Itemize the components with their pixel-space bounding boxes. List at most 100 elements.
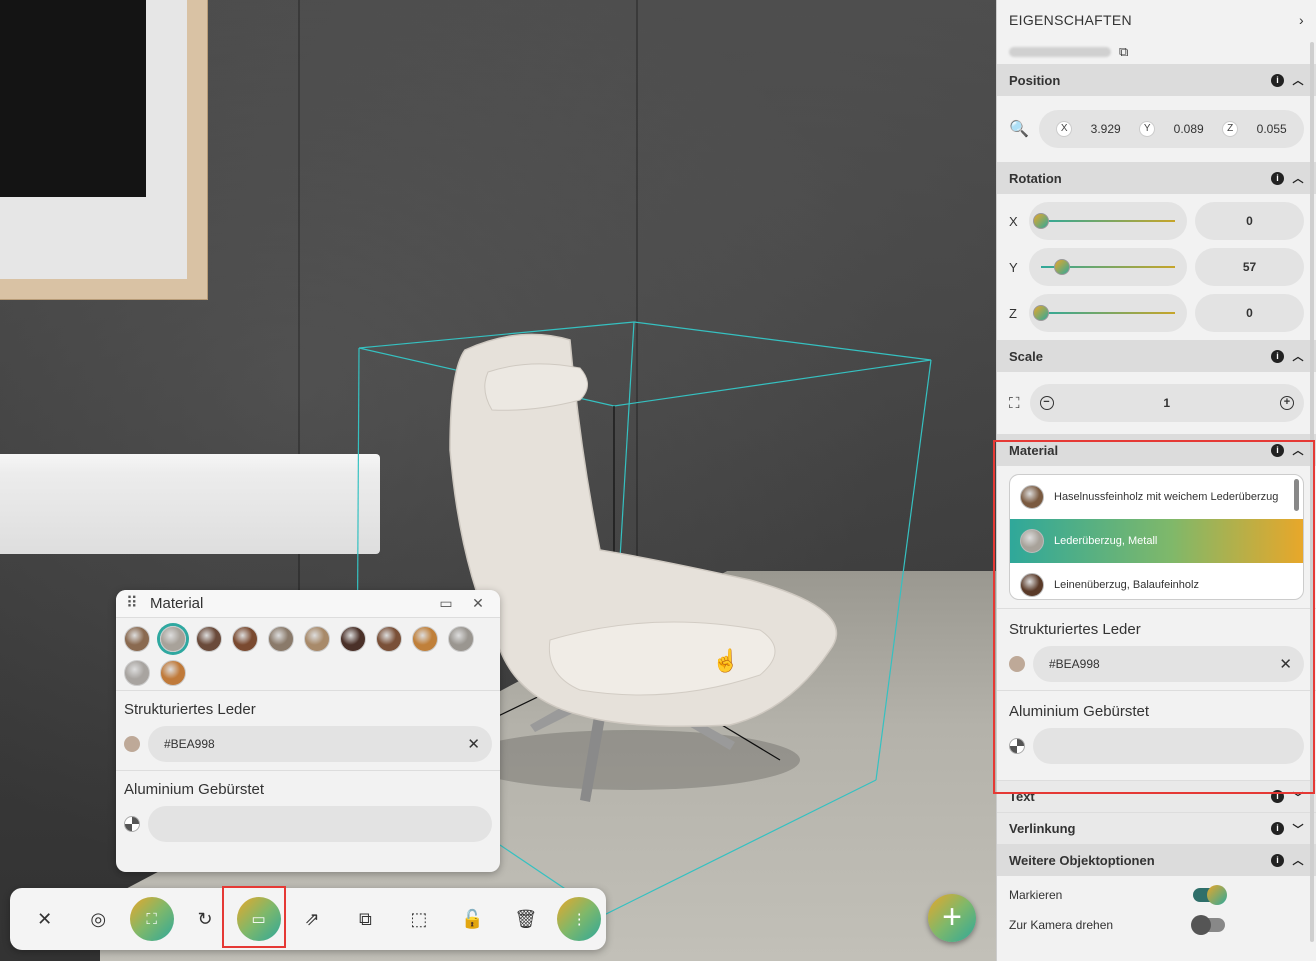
section-options[interactable]: Weitere Objektoptionen i ︿ — [997, 844, 1316, 876]
fullscreen-icon: ⛶ — [146, 910, 157, 928]
position-x-value[interactable]: 3.929 — [1091, 122, 1121, 136]
view-icon: ◎ — [90, 908, 107, 929]
clear-icon[interactable]: ✕ — [467, 735, 480, 753]
copy-button[interactable]: ⧉ — [339, 892, 392, 946]
info-icon[interactable]: i — [1271, 853, 1284, 867]
highlight-box — [993, 440, 1315, 794]
viewport-3d[interactable]: ☝ + ⠿ Material ▭ ✕ Strukturiertes Leder … — [0, 0, 996, 961]
unlock-button[interactable]: 🔓 — [446, 892, 499, 946]
unlock-icon: 🔓 — [461, 908, 484, 929]
drag-handle-icon[interactable]: ⠿ — [126, 595, 140, 611]
mark-toggle[interactable] — [1193, 885, 1227, 905]
mark-label: Markieren — [1009, 888, 1063, 902]
scale-field[interactable]: − 1 + — [1029, 384, 1304, 422]
material-swatch[interactable] — [304, 626, 330, 652]
material-swatch[interactable] — [268, 626, 294, 652]
section-position[interactable]: Position i ︿ — [997, 64, 1316, 96]
rotate-icon: ↻ — [197, 908, 213, 929]
transparent-color-icon[interactable] — [124, 816, 140, 832]
material-swatches — [116, 618, 500, 690]
trash-button[interactable]: 🗑 — [499, 892, 552, 946]
more-button[interactable]: ⋮ — [553, 892, 606, 946]
chevron-up-icon[interactable]: ︿ — [1292, 852, 1304, 868]
chevron-up-icon[interactable]: ︿ — [1292, 348, 1304, 364]
info-icon[interactable]: i — [1271, 349, 1284, 363]
section-scale[interactable]: Scale i ︿ — [997, 340, 1316, 372]
select-area-button[interactable]: ⬚ — [392, 892, 445, 946]
leather-color-value: #BEA998 — [164, 737, 215, 751]
position-y-value[interactable]: 0.089 — [1174, 122, 1204, 136]
copy-icon[interactable]: ⧉ — [1119, 44, 1128, 60]
material-swatch[interactable] — [160, 626, 186, 652]
dock-icon[interactable]: ▭ — [434, 595, 458, 612]
minus-icon[interactable]: − — [1039, 396, 1054, 410]
object-name-row: ⧉ — [997, 40, 1316, 64]
axis-z-chip: Z — [1222, 121, 1239, 137]
external-link-button[interactable]: ⇗ — [285, 892, 338, 946]
axis-x-chip: X — [1056, 121, 1073, 137]
external-link-icon: ⇗ — [304, 908, 320, 929]
chevron-right-icon[interactable]: › — [1299, 12, 1304, 28]
material-swatch[interactable] — [340, 626, 366, 652]
aluminium-color-field[interactable] — [148, 806, 492, 842]
chevron-up-icon[interactable]: ︿ — [1292, 72, 1304, 88]
rotation-slider[interactable] — [1029, 248, 1187, 286]
section-rotation[interactable]: Rotation i ︿ — [997, 162, 1316, 194]
leather-color-dot[interactable] — [124, 736, 140, 752]
zoom-icon[interactable]: 🔍 — [1009, 119, 1029, 139]
rotation-title: Rotation — [1009, 170, 1062, 186]
material-swatch[interactable] — [448, 626, 474, 652]
add-object-button[interactable]: + — [928, 894, 976, 942]
chevron-up-icon[interactable]: ︿ — [1292, 170, 1304, 186]
camera-row: Zur Kamera drehen — [997, 910, 1316, 940]
fullscreen-button[interactable]: ⛶ — [125, 892, 178, 946]
material-swatch[interactable] — [196, 626, 222, 652]
plus-icon: + — [942, 898, 962, 936]
rotation-axis-label: Y — [1009, 259, 1018, 275]
slider-track — [1041, 312, 1175, 314]
material-panel-header: ⠿ Material ▭ ✕ — [116, 590, 500, 618]
view-button[interactable]: ◎ — [71, 892, 124, 946]
scale-title: Scale — [1009, 348, 1043, 364]
close-button[interactable]: ✕ — [18, 892, 71, 946]
camera-toggle[interactable] — [1191, 915, 1225, 935]
info-icon[interactable]: i — [1271, 73, 1284, 87]
material-swatch[interactable] — [232, 626, 258, 652]
material-swatch[interactable] — [124, 626, 150, 652]
material-floating-panel: ⠿ Material ▭ ✕ Strukturiertes Leder #BEA… — [116, 590, 500, 872]
material-swatch[interactable] — [160, 660, 186, 686]
aspect-ratio-icon[interactable]: ⛶ — [1009, 395, 1020, 412]
scale-row: ⛶ − 1 + — [997, 372, 1316, 434]
aluminium-title: Aluminium Gebürstet — [124, 781, 265, 798]
rotation-rows: X 0 Y 57 Z 0 — [997, 194, 1316, 340]
slider-knob[interactable] — [1054, 259, 1071, 275]
rotation-value[interactable]: 0 — [1195, 294, 1304, 332]
rotation-value[interactable]: 0 — [1195, 202, 1304, 240]
axis-y-chip: Y — [1139, 121, 1156, 137]
material-swatch[interactable] — [376, 626, 402, 652]
close-icon: ✕ — [37, 908, 53, 929]
position-field[interactable]: X 3.929 Y 0.089 Z 0.055 — [1038, 110, 1304, 148]
chevron-down-icon[interactable]: ﹀ — [1292, 821, 1304, 837]
rotation-value[interactable]: 57 — [1195, 248, 1304, 286]
material-swatch[interactable] — [412, 626, 438, 652]
camera-label: Zur Kamera drehen — [1009, 918, 1114, 932]
rotation-row-y: Y 57 — [997, 244, 1316, 290]
leather-title: Strukturiertes Leder — [124, 701, 256, 718]
position-z-value[interactable]: 0.055 — [1257, 122, 1287, 136]
slider-knob[interactable] — [1033, 213, 1049, 229]
leather-color-field[interactable]: #BEA998 ✕ — [148, 726, 492, 762]
material-swatch[interactable] — [124, 660, 150, 686]
rotation-slider[interactable] — [1029, 294, 1187, 332]
section-link[interactable]: Verlinkung i ﹀ — [997, 812, 1316, 844]
slider-knob[interactable] — [1033, 305, 1049, 321]
object-name-blurred — [1009, 47, 1111, 57]
info-icon[interactable]: i — [1271, 822, 1284, 835]
plus-circle-icon[interactable]: + — [1280, 396, 1294, 410]
close-icon[interactable]: ✕ — [466, 595, 490, 612]
info-icon[interactable]: i — [1271, 171, 1284, 185]
mark-row: Markieren — [997, 880, 1316, 910]
scale-value[interactable]: 1 — [1054, 396, 1280, 410]
hand-cursor-icon: ☝ — [712, 648, 740, 673]
rotation-slider[interactable] — [1029, 202, 1187, 240]
